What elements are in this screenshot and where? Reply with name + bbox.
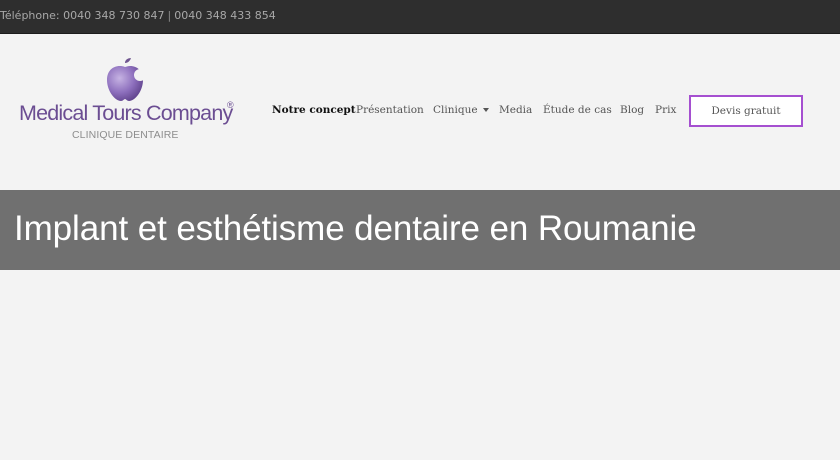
phone-secondary[interactable]: 0040 348 433 854 xyxy=(174,9,275,22)
phone-separator: | xyxy=(167,9,172,22)
site-logo[interactable]: Medical Tours Company ® CLINIQUE DENTAIR… xyxy=(17,58,242,148)
nav-item-prix[interactable]: Prix xyxy=(655,104,676,116)
apple-tooth-icon xyxy=(107,58,146,101)
page-title-banner: Implant et esthétisme dentaire en Rouman… xyxy=(0,190,840,270)
free-quote-button[interactable]: Devis gratuit xyxy=(689,95,803,127)
nav-item-media[interactable]: Media xyxy=(499,104,532,116)
nav-item-clinique-label: Clinique xyxy=(433,104,478,116)
page-title: Implant et esthétisme dentaire en Rouman… xyxy=(14,209,697,248)
nav-item-blog[interactable]: Blog xyxy=(620,104,644,116)
nav-item-notre-concept[interactable]: Notre concept xyxy=(272,104,356,116)
logo-brand-name: Medical Tours Company xyxy=(19,101,233,125)
chevron-down-icon xyxy=(482,108,489,112)
nav-item-presentation[interactable]: Présentation xyxy=(356,104,424,116)
phone-primary[interactable]: Téléphone: 0040 348 730 847 xyxy=(0,9,165,22)
nav-item-etude-de-cas[interactable]: Étude de cas xyxy=(543,104,612,116)
registered-mark: ® xyxy=(227,100,234,110)
logo-subtitle: CLINIQUE DENTAIRE xyxy=(72,129,179,141)
page-content-area xyxy=(0,270,840,460)
top-contact-bar: Téléphone: 0040 348 730 847 | 0040 348 433… xyxy=(0,0,840,34)
phone-numbers: Téléphone: 0040 348 730 847 | 0040 348 433… xyxy=(0,9,276,22)
site-header: Medical Tours Company ® CLINIQUE DENTAIR… xyxy=(0,34,840,190)
nav-item-clinique[interactable]: Clinique xyxy=(433,104,489,116)
